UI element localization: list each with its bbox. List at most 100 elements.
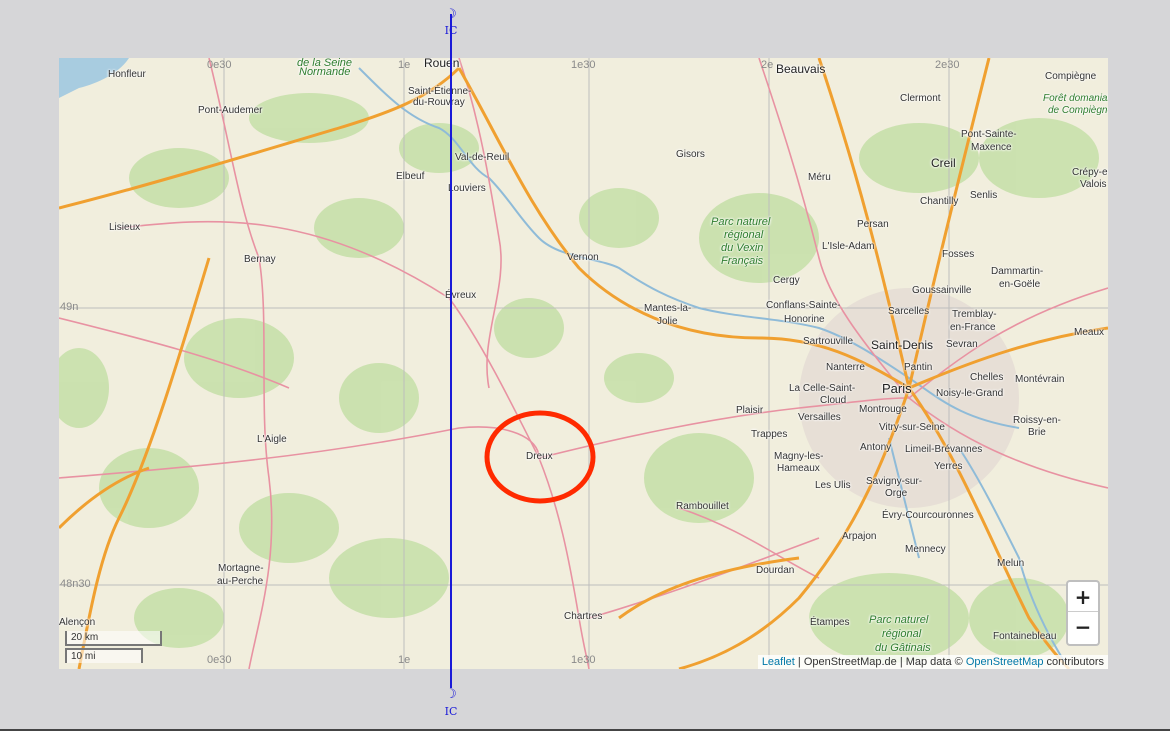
map-viewport[interactable]: 0e30 1e 1e30 2e 2e30 49n 48n30 0e30 1e 1…: [59, 58, 1108, 669]
place-label: Sevran: [946, 339, 978, 350]
grid-label-2e-top: 2e: [761, 59, 774, 71]
place-label: Limeil-Brévannes: [905, 444, 983, 455]
place-label: Paris: [882, 381, 912, 396]
place-label: Arpajon: [842, 531, 877, 542]
place-label: au-Perche: [217, 576, 264, 587]
place-label: Roissy-en-: [1013, 415, 1061, 426]
place-label: Brie: [1028, 427, 1046, 438]
place-label: Montrouge: [859, 404, 907, 415]
place-label: Les Ulis: [815, 480, 851, 491]
place-label: Mennecy: [905, 544, 946, 555]
place-label: Noisy-le-Grand: [936, 388, 1004, 399]
place-label: Sarcelles: [888, 306, 930, 317]
grid-label-1e30-top: 1e30: [571, 59, 596, 71]
place-label: Chelles: [970, 372, 1004, 383]
ic-label: IC: [444, 705, 458, 718]
place-label: Beauvais: [776, 62, 826, 76]
place-label: Versailles: [798, 412, 841, 423]
place-label: Antony: [860, 442, 892, 453]
place-label: Maxence: [971, 142, 1012, 153]
place-label: Fontainebleau: [993, 631, 1057, 642]
grid-label-1e30-bottom: 1e30: [571, 654, 596, 666]
park-label: du Vexin: [721, 242, 764, 254]
place-label: Fosses: [942, 249, 975, 260]
park-label: de Compiègne: [1048, 105, 1108, 116]
place-label: Saint-Denis: [871, 338, 934, 352]
place-label: Chartres: [564, 611, 603, 622]
place-label: Dammartin-: [991, 266, 1044, 277]
grid-label-48n30: 48n30: [60, 578, 91, 590]
place-label: Clermont: [900, 93, 941, 104]
place-label: Meaux: [1074, 327, 1105, 338]
place-label: Cergy: [773, 275, 800, 286]
place-label: L'Aigle: [257, 434, 287, 445]
place-label: Chantilly: [920, 196, 959, 207]
place-label: Pantin: [904, 362, 933, 373]
place-label: Savigny-sur-: [866, 476, 923, 487]
place-label: Étampes: [810, 617, 850, 628]
place-label: Senlis: [970, 190, 998, 201]
grid-label-2e30-top: 2e30: [935, 59, 960, 71]
place-label: Mortagne-: [218, 563, 264, 574]
place-label: Rouen: [424, 58, 460, 70]
place-label: Gisors: [676, 149, 705, 160]
park-label: Français: [721, 255, 764, 267]
place-label: Jolie: [657, 316, 678, 327]
place-label: du-Rouvray: [413, 97, 465, 108]
place-label: Dourdan: [756, 565, 795, 576]
ic-meridian-line: [450, 14, 452, 688]
place-label: Mantes-la-: [644, 303, 692, 314]
scale-km: 20 km: [65, 631, 162, 646]
leaflet-link[interactable]: Leaflet: [762, 656, 795, 668]
place-label: Persan: [857, 219, 889, 230]
park-label: régional: [882, 628, 922, 640]
place-label: Louviers: [448, 183, 486, 194]
zoom-control: + −: [1066, 580, 1100, 646]
scale-mi: 10 mi: [65, 648, 143, 663]
place-label: La Celle-Saint-: [789, 383, 856, 394]
place-label: Tremblay-: [952, 309, 997, 320]
place-label: Vernon: [567, 252, 599, 263]
place-label: Alençon: [59, 617, 96, 628]
ic-label: IC: [444, 24, 458, 37]
place-label: en-France: [950, 322, 996, 333]
place-label: Montévrain: [1015, 374, 1065, 385]
zoom-out-button[interactable]: −: [1068, 612, 1098, 642]
map-attribution: Leaflet | OpenStreetMap.de | Map data © …: [757, 655, 1108, 669]
park-label: Parc naturel: [869, 614, 929, 626]
grid-label-1e-top: 1e: [398, 59, 411, 71]
place-label: Sartrouville: [803, 336, 854, 347]
openstreetmap-link[interactable]: OpenStreetMap: [966, 656, 1044, 668]
place-label: en-Goële: [999, 279, 1041, 290]
park-label: Parc naturel: [711, 216, 771, 228]
place-label: Plaisir: [736, 405, 764, 416]
place-label: Goussainville: [912, 285, 972, 296]
place-label: Rambouillet: [676, 501, 729, 512]
park-label: Forêt domaniale: [1043, 93, 1108, 104]
place-label: Lisieux: [109, 222, 141, 233]
place-label: Cloud: [820, 395, 847, 406]
place-label: Nanterre: [826, 362, 865, 373]
zoom-in-button[interactable]: +: [1068, 582, 1098, 612]
place-label: Dreux: [526, 451, 553, 462]
place-label: Orge: [885, 488, 908, 499]
grid-label-1e-bottom: 1e: [398, 654, 411, 666]
place-label: Évry-Courcouronnes: [882, 510, 974, 521]
attribution-suffix: contributors: [1043, 656, 1104, 668]
place-label: Conflans-Sainte-: [766, 300, 841, 311]
place-label: Compiègne: [1045, 71, 1097, 82]
place-label: Pont-Audemer: [198, 105, 263, 116]
grid-label-49n: 49n: [60, 301, 79, 313]
place-label: Magny-les-: [774, 451, 824, 462]
place-label: Honorine: [784, 314, 825, 325]
place-label: Honfleur: [108, 69, 146, 80]
place-label: L'Isle-Adam: [822, 241, 875, 252]
place-label: Creil: [931, 156, 956, 170]
park-label: régional: [724, 229, 764, 241]
park-label: du Gâtinais: [875, 642, 931, 654]
place-label: Val-de-Reuil: [455, 152, 510, 163]
place-label: Vitry-sur-Seine: [879, 422, 945, 433]
place-label: Saint-Étienne-: [408, 86, 472, 97]
place-label: Pont-Sainte-: [961, 129, 1017, 140]
place-label: Valois: [1080, 179, 1107, 190]
